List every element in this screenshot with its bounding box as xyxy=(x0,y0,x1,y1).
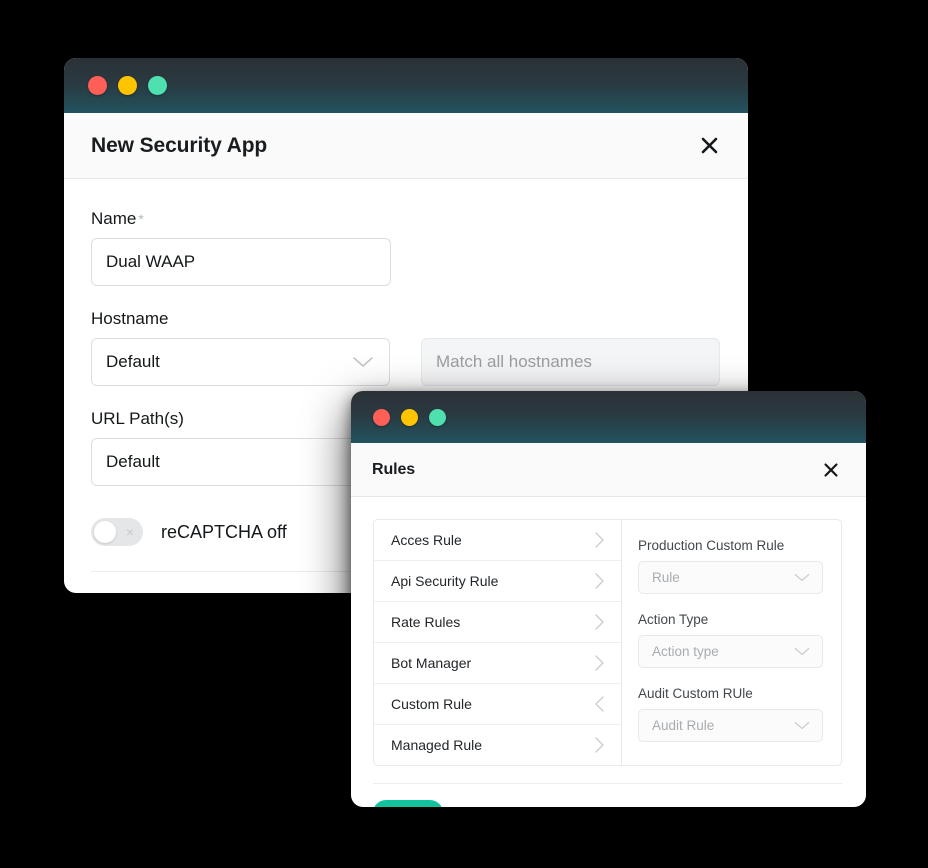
chevron-down-icon xyxy=(793,720,811,731)
hostname-row: Hostname Default Match all hostnames xyxy=(91,309,720,386)
page-title: New Security App xyxy=(91,133,268,157)
minimize-dot-icon[interactable] xyxy=(401,408,418,426)
rule-item-label: Managed Rule xyxy=(391,737,483,753)
name-input[interactable]: Dual WAAP xyxy=(91,238,391,286)
action-type-group: Action Type Action type xyxy=(638,612,823,668)
close-icon[interactable] xyxy=(696,133,722,159)
name-input-value: Dual WAAP xyxy=(106,252,196,271)
rule-item-label: Acces Rule xyxy=(391,532,462,548)
maximize-dot-icon[interactable] xyxy=(148,76,167,95)
hostname-match-group: Match all hostnames xyxy=(421,309,720,386)
audit-custom-rule-group: Audit Custom RUle Audit Rule xyxy=(638,686,823,742)
name-row: Name * Dual WAAP xyxy=(91,209,720,286)
dialog-header: New Security App xyxy=(64,113,748,179)
chevron-down-icon xyxy=(351,355,375,369)
chevron-right-icon xyxy=(594,572,605,590)
traffic-light-dots xyxy=(88,76,167,95)
toggle-off-icon: × xyxy=(125,524,134,540)
chevron-right-icon xyxy=(594,613,605,631)
audit-custom-rule-label: Audit Custom RUle xyxy=(638,686,753,701)
chevron-right-icon xyxy=(594,654,605,672)
action-type-label: Action Type xyxy=(638,612,709,627)
close-dot-icon[interactable] xyxy=(88,76,107,95)
audit-custom-rule-select[interactable]: Audit Rule xyxy=(638,709,823,742)
rule-list-item-api-security-rule[interactable]: Api Security Rule xyxy=(374,561,621,602)
recaptcha-toggle-label: reCAPTCHA off xyxy=(161,521,287,542)
rules-window-titlebar xyxy=(351,391,866,443)
name-label-text: Name xyxy=(91,209,137,228)
rule-list-item-acces-rule[interactable]: Acces Rule xyxy=(374,520,621,561)
chevron-down-icon xyxy=(793,572,811,583)
rules-page-title: Rules xyxy=(372,460,416,478)
rules-list: Acces Rule Api Security Rule Rate Rules xyxy=(374,520,622,765)
rules-detail-panel: Production Custom Rule Rule Action Type … xyxy=(622,520,841,765)
url-paths-field-group: URL Path(s) Default xyxy=(91,409,391,486)
production-custom-rule-label: Production Custom Rule xyxy=(638,538,785,553)
rules-dialog-header: Rules xyxy=(351,443,866,497)
rule-list-item-managed-rule[interactable]: Managed Rule xyxy=(374,725,621,765)
recaptcha-toggle[interactable]: × xyxy=(91,518,143,546)
rules-traffic-light-dots xyxy=(373,408,446,426)
close-icon[interactable] xyxy=(818,457,844,483)
chevron-right-icon xyxy=(594,736,605,754)
rules-footer: Save xyxy=(351,784,866,807)
rule-list-item-bot-manager[interactable]: Bot Manager xyxy=(374,643,621,684)
chevron-left-icon xyxy=(594,695,605,713)
rules-panes: Acces Rule Api Security Rule Rate Rules xyxy=(373,519,842,766)
hostname-field-group: Hostname Default xyxy=(91,309,390,386)
close-dot-icon[interactable] xyxy=(373,408,390,426)
url-paths-select-value: Default xyxy=(106,452,160,471)
production-custom-rule-placeholder: Rule xyxy=(652,570,680,585)
action-type-placeholder: Action type xyxy=(652,644,719,659)
rules-body: Acces Rule Api Security Rule Rate Rules xyxy=(351,497,866,766)
rule-list-item-rate-rules[interactable]: Rate Rules xyxy=(374,602,621,643)
rule-item-label: Bot Manager xyxy=(391,655,472,671)
maximize-dot-icon[interactable] xyxy=(429,408,446,426)
toggle-knob xyxy=(94,521,116,543)
production-custom-rule-select[interactable]: Rule xyxy=(638,561,823,594)
hostname-match-input[interactable]: Match all hostnames xyxy=(421,338,720,386)
audit-custom-rule-placeholder: Audit Rule xyxy=(652,718,715,733)
rule-item-label: Api Security Rule xyxy=(391,573,499,589)
hostname-select[interactable]: Default xyxy=(91,338,390,386)
name-label: Name * xyxy=(91,209,391,229)
action-type-select[interactable]: Action type xyxy=(638,635,823,668)
hostname-label: Hostname xyxy=(91,309,169,328)
chevron-down-icon xyxy=(793,646,811,657)
url-paths-label: URL Path(s) xyxy=(91,409,184,428)
url-paths-select[interactable]: Default xyxy=(91,438,391,486)
rule-item-label: Rate Rules xyxy=(391,614,461,630)
minimize-dot-icon[interactable] xyxy=(118,76,137,95)
rules-window: Rules Acces Rule Api Security Rule Rate … xyxy=(351,391,866,807)
required-marker: * xyxy=(138,211,144,227)
save-button[interactable]: Save xyxy=(373,800,443,807)
rule-item-label: Custom Rule xyxy=(391,696,472,712)
hostname-match-placeholder: Match all hostnames xyxy=(436,352,592,371)
production-custom-rule-group: Production Custom Rule Rule xyxy=(638,538,823,594)
chevron-right-icon xyxy=(594,531,605,549)
rule-list-item-custom-rule[interactable]: Custom Rule xyxy=(374,684,621,725)
name-field-group: Name * Dual WAAP xyxy=(91,209,391,286)
hostname-select-value: Default xyxy=(106,352,160,371)
window-titlebar xyxy=(64,58,748,113)
